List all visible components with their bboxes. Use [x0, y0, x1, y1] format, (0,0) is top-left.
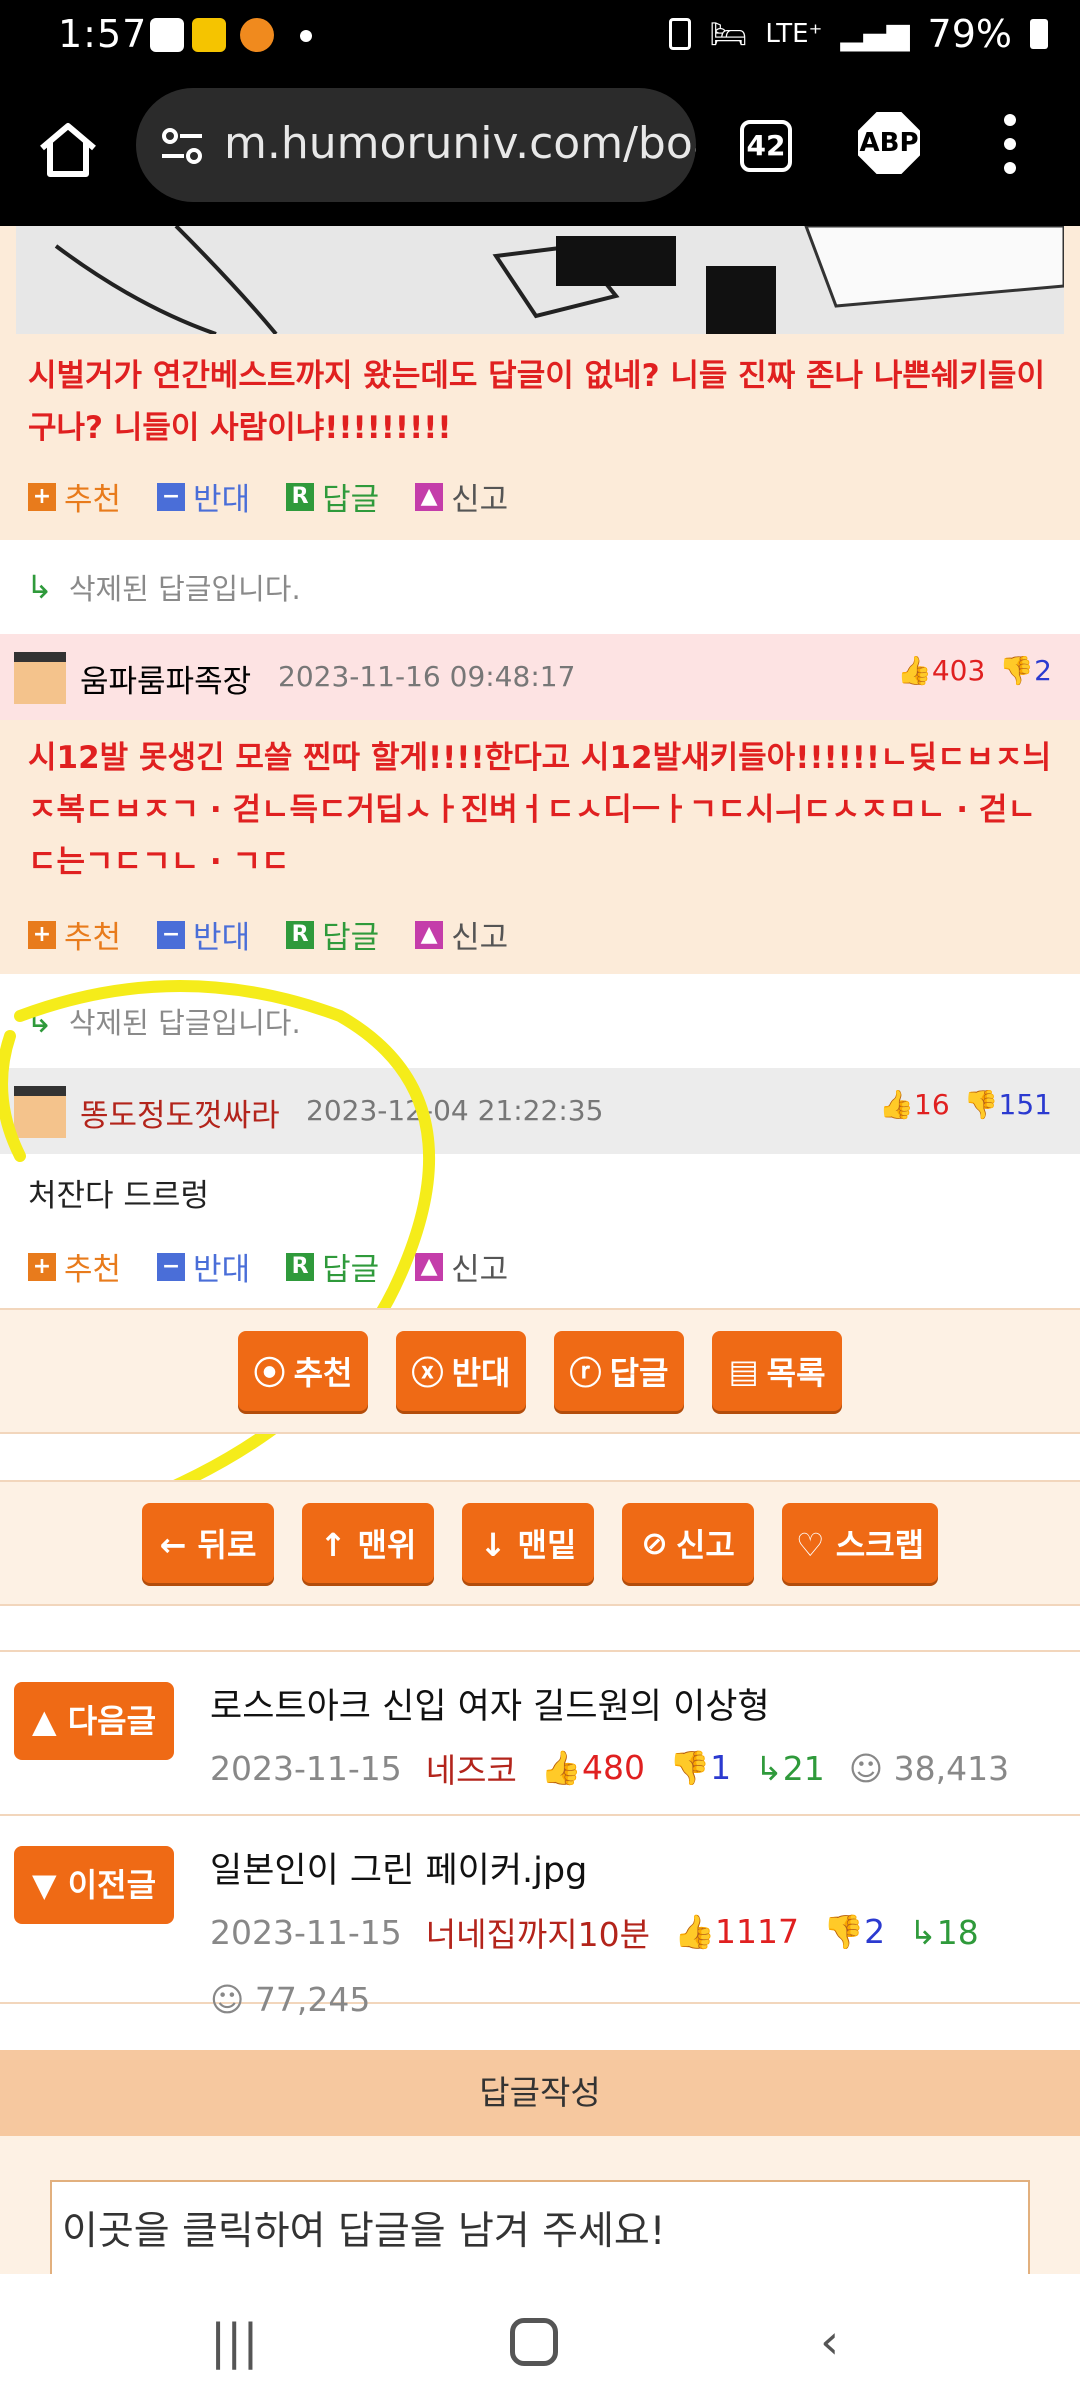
home-icon[interactable]: [36, 118, 100, 182]
next-post-button[interactable]: ▲ 다음글: [14, 1682, 174, 1760]
oppose-button[interactable]: − 반대: [157, 912, 250, 957]
report-button[interactable]: ▲ 신고: [415, 912, 508, 957]
siren-icon: ▲: [415, 920, 444, 949]
prev-post-row[interactable]: ▼ 이전글 일본인이 그린 페이커.jpg 2023-11-15 너네집까지10…: [0, 1814, 1080, 2019]
prev-post-button[interactable]: ▼ 이전글: [14, 1846, 174, 1924]
status-right: 🛏 LTE⁺ ▂▄▆ 79%: [669, 12, 1048, 56]
network-type: LTE⁺: [765, 19, 823, 49]
signal-icon: ▂▄▆: [840, 16, 910, 52]
scrap-button[interactable]: ♡ 스크랩: [782, 1503, 938, 1583]
back-icon[interactable]: ‹: [820, 2314, 839, 2370]
reply-arrow-icon: ↳: [26, 568, 53, 606]
comment-date: 2023-11-16 09:48:17: [278, 660, 576, 693]
gallery-icon: [150, 18, 184, 52]
post-action-bar: ⦿ 추천 ⓧ 반대 ⓡ 답글 ▤ 목록: [0, 1308, 1080, 1434]
app-notification-icon: [240, 18, 274, 52]
circle-r-icon: ⓡ: [569, 1354, 602, 1392]
clock: 1:57: [58, 12, 148, 56]
recent-apps-icon[interactable]: |||: [210, 2314, 259, 2370]
scroll-bottom-button[interactable]: ↓ 맨밑: [462, 1503, 594, 1583]
back-button[interactable]: ← 뒤로: [142, 1503, 274, 1583]
plus-icon: +: [28, 920, 56, 949]
reply-input[interactable]: 이곳을 클릭하여 답글을 남겨 주세요!: [50, 2180, 1030, 2274]
thumbs-down-count: 👎151: [963, 1088, 1052, 1121]
address-bar[interactable]: m.humoruniv.com/boa: [136, 88, 696, 202]
page-nav-bar: ← 뒤로 ↑ 맨위 ↓ 맨밑 ⊘ 신고 ♡ 스크랩: [0, 1480, 1080, 1606]
comment-text: 시12발 못생긴 모쓸 찐따 할게!!!!한다고 시12발새키들아!!!!!!ㄴ…: [28, 740, 1052, 880]
app-notification-icon: [192, 18, 226, 52]
reply-post-button[interactable]: ⓡ 답글: [554, 1331, 684, 1411]
dot-icon: [300, 30, 312, 42]
battery-saver-icon: [669, 18, 692, 50]
report-button[interactable]: ▲ 신고: [415, 474, 508, 519]
oppose-post-button[interactable]: ⓧ 반대: [396, 1331, 526, 1411]
status-bar: 1:57 🛏 LTE⁺ ▂▄▆ 79%: [0, 0, 1080, 74]
manga-image-fragment: [16, 226, 1064, 334]
reply-button[interactable]: R 답글: [286, 912, 379, 957]
prev-post-meta: 2023-11-15 너네집까지10분 👍1117 👎2 ↳18 ☺ 77,24…: [210, 1912, 979, 2019]
next-post-meta: 2023-11-15 네즈코 👍480 👎1 ↳21 ☺ 38,413: [210, 1748, 1010, 1790]
minus-icon: −: [157, 482, 186, 511]
comment-header: 움파룸파족장 2023-11-16 09:48:17 👍403 👎2: [0, 634, 1080, 720]
thumbs-up-count: 👍403: [896, 654, 986, 687]
report-icon: ⊘: [641, 1524, 668, 1562]
recommend-button[interactable]: + 추천: [28, 912, 121, 957]
report-post-button[interactable]: ⊘ 신고: [622, 1503, 754, 1583]
reply-r-icon: R: [286, 482, 315, 511]
list-icon: ▤: [728, 1352, 759, 1390]
next-post-row[interactable]: ▲ 다음글 로스트아크 신입 여자 길드원의 이상형 2023-11-15 네즈…: [0, 1650, 1080, 1816]
deleted-reply: ↳ 삭제된 답글입니다.: [26, 568, 301, 606]
comment-votes: 👍403 👎2: [897, 654, 1052, 687]
comment-block: 시12발 못생긴 모쓸 찐따 할게!!!!한다고 시12발새키들아!!!!!!ㄴ…: [0, 720, 1080, 974]
comment-image[interactable]: [16, 226, 1064, 334]
plus-icon: +: [28, 482, 56, 511]
circle-dot-icon: ⦿: [253, 1354, 286, 1392]
thumbs-down-count: 👎2: [999, 654, 1052, 687]
reply-r-icon: R: [286, 920, 315, 949]
comment-nickname[interactable]: 움파룸파족장: [80, 656, 251, 701]
comment-actions: + 추천 − 반대 R 답글 ▲ 신고: [28, 912, 544, 957]
browser-toolbar: m.humoruniv.com/boa 42 ABP: [0, 74, 1080, 226]
thumbs-up-count: 👍16: [879, 1088, 950, 1121]
sleep-icon: 🛏: [709, 16, 748, 52]
comment-votes: 👍16 👎151: [879, 1088, 1052, 1121]
reply-section-header: 답글작성: [0, 2050, 1080, 2136]
recommend-button[interactable]: + 추천: [28, 474, 121, 519]
battery-percent: 79%: [927, 12, 1012, 56]
list-button[interactable]: ▤ 목록: [712, 1331, 842, 1411]
comment-block: 시벌거가 연간베스트까지 왔는데도 답글이 없네? 니들 진짜 존나 나쁜쉐키들…: [0, 226, 1080, 540]
tab-switcher-button[interactable]: 42: [740, 120, 792, 172]
comment-text: 시벌거가 연간베스트까지 왔는데도 답글이 없네? 니들 진짜 존나 나쁜쉐키들…: [28, 358, 1045, 446]
recommend-post-button[interactable]: ⦿ 추천: [238, 1331, 368, 1411]
minus-icon: −: [157, 920, 186, 949]
adblock-button[interactable]: ABP: [858, 112, 920, 174]
next-post-title[interactable]: 로스트아크 신입 여자 길드원의 이상형: [210, 1678, 770, 1729]
circle-x-icon: ⓧ: [411, 1354, 444, 1392]
battery-icon: [1030, 19, 1048, 49]
comment-actions: + 추천 − 반대 R 답글 ▲ 신고: [28, 474, 544, 519]
system-nav-bar: ||| ‹: [0, 2274, 1080, 2408]
scroll-top-button[interactable]: ↑ 맨위: [302, 1503, 434, 1583]
avatar[interactable]: [14, 652, 66, 704]
page-content: 시벌거가 연간베스트까지 왔는데도 답글이 없네? 니들 진짜 존나 나쁜쉐키들…: [0, 226, 1080, 2274]
prev-post-title[interactable]: 일본인이 그린 페이커.jpg: [210, 1842, 587, 1893]
home-button-icon[interactable]: [510, 2318, 558, 2366]
oppose-button[interactable]: − 반대: [157, 474, 250, 519]
site-settings-icon[interactable]: [160, 126, 204, 166]
more-menu-icon[interactable]: [1000, 114, 1020, 184]
siren-icon: ▲: [415, 482, 444, 511]
url-text: m.humoruniv.com/boa: [224, 118, 696, 169]
reply-button[interactable]: R 답글: [286, 474, 379, 519]
